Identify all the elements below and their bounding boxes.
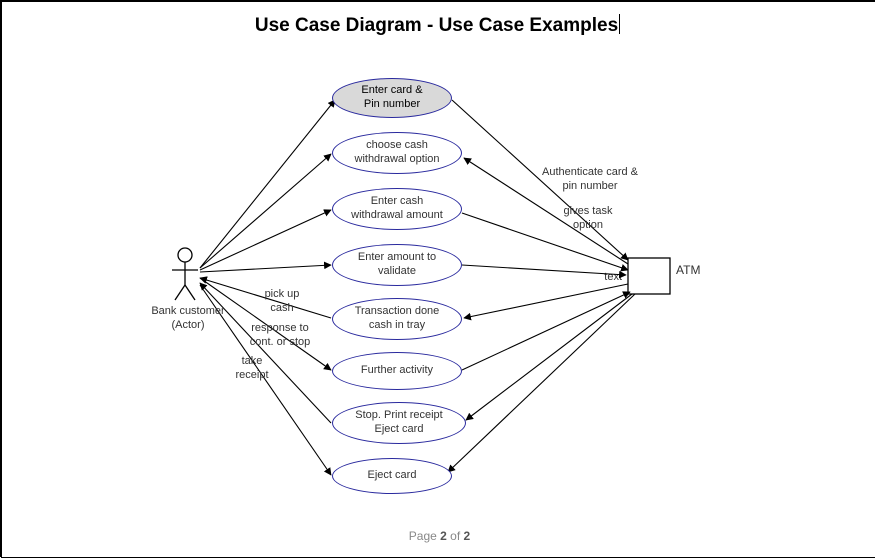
edge-label-response: response to cont. or stop: [240, 322, 320, 350]
page-footer: Page 2 of 2: [2, 529, 875, 543]
edge-label-authenticate: Authenticate card & pin number: [530, 166, 650, 194]
use-case-stop-print-eject: Stop. Print receipt Eject card: [332, 402, 466, 444]
use-case-eject-card: Eject card: [332, 458, 452, 494]
use-case-choose-withdrawal: choose cash withdrawal option: [332, 132, 462, 174]
use-case-validate-amount: Enter amount to validate: [332, 244, 462, 286]
use-case-further-activity: Further activity: [332, 352, 462, 390]
text-cursor: [619, 14, 620, 34]
atm-system-box: [628, 258, 670, 294]
use-case-transaction-done: Transaction done cash in tray: [332, 298, 462, 340]
title-text: Use Case Diagram - Use Case Examples: [255, 15, 618, 36]
actor-label: Bank customer (Actor): [148, 305, 228, 333]
atm-arrows: [448, 100, 635, 472]
atm-label: ATM: [676, 263, 700, 278]
use-case-enter-amount: Enter cash withdrawal amount: [332, 188, 462, 230]
edge-label-gives-task: gives task option: [548, 205, 628, 233]
edge-label-take-receipt: take receipt: [222, 355, 282, 383]
actor-icon: [172, 248, 198, 300]
atm-port-text: text: [604, 271, 622, 283]
page-title: Use Case Diagram - Use Case Examples: [0, 14, 875, 37]
use-case-enter-card: Enter card & Pin number: [332, 78, 452, 118]
edge-label-pick-up-cash: pick up cash: [252, 288, 312, 316]
